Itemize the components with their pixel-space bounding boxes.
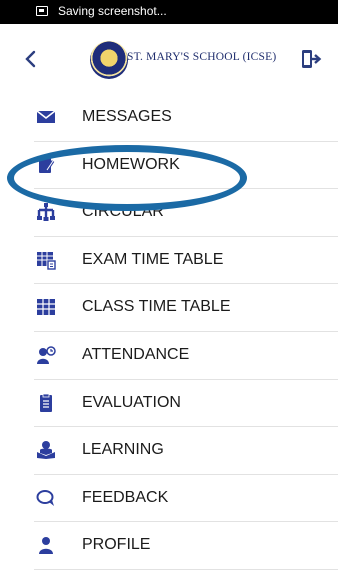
class-timetable-icon <box>37 299 55 316</box>
circular-icon <box>37 203 55 222</box>
screenshot-icon <box>36 6 48 16</box>
learning-icon <box>37 441 55 460</box>
chevron-left-icon <box>25 50 36 68</box>
nav-menu: MESSAGES HOMEWORK CIRCULAR EXAM TIME TAB… <box>34 94 338 570</box>
menu-label: CIRCULAR <box>82 203 164 221</box>
menu-item-messages[interactable]: MESSAGES <box>34 94 338 142</box>
logout-icon <box>302 50 322 68</box>
menu-item-feedback[interactable]: FEEDBACK <box>34 475 338 523</box>
profile-icon <box>39 537 53 555</box>
menu-item-circular[interactable]: CIRCULAR <box>34 189 338 237</box>
menu-label: LEARNING <box>82 441 164 459</box>
menu-item-profile[interactable]: PROFILE <box>34 522 338 570</box>
menu-item-exam-time-table[interactable]: EXAM TIME TABLE <box>34 237 338 285</box>
school-logo <box>90 41 128 79</box>
menu-label: EVALUATION <box>82 393 181 411</box>
status-bar: Saving screenshot... <box>0 0 338 24</box>
menu-item-evaluation[interactable]: EVALUATION <box>34 380 338 428</box>
feedback-icon <box>36 489 54 506</box>
logout-button[interactable] <box>300 47 322 71</box>
school-name: ST. MARY'S SCHOOL (ICSE) <box>127 51 277 63</box>
menu-label: ATTENDANCE <box>82 345 190 363</box>
menu-label: EXAM TIME TABLE <box>82 250 224 268</box>
homework-book-icon <box>39 156 55 173</box>
menu-item-attendance[interactable]: ATTENDANCE <box>34 332 338 380</box>
menu-item-learning[interactable]: LEARNING <box>34 427 338 475</box>
status-text: Saving screenshot... <box>58 4 167 18</box>
app-header: ST. MARY'S SCHOOL (ICSE) <box>0 34 338 90</box>
menu-label: MESSAGES <box>82 108 172 125</box>
menu-label: HOMEWORK <box>82 155 180 173</box>
menu-label: FEEDBACK <box>82 488 169 506</box>
menu-item-homework[interactable]: HOMEWORK <box>34 142 338 190</box>
back-button[interactable] <box>20 46 42 72</box>
menu-label: CLASS TIME TABLE <box>82 298 231 316</box>
attendance-icon <box>37 346 56 364</box>
evaluation-icon <box>40 393 52 412</box>
menu-item-class-time-table[interactable]: CLASS TIME TABLE <box>34 284 338 332</box>
exam-timetable-icon <box>37 251 56 270</box>
envelope-icon <box>36 110 56 123</box>
